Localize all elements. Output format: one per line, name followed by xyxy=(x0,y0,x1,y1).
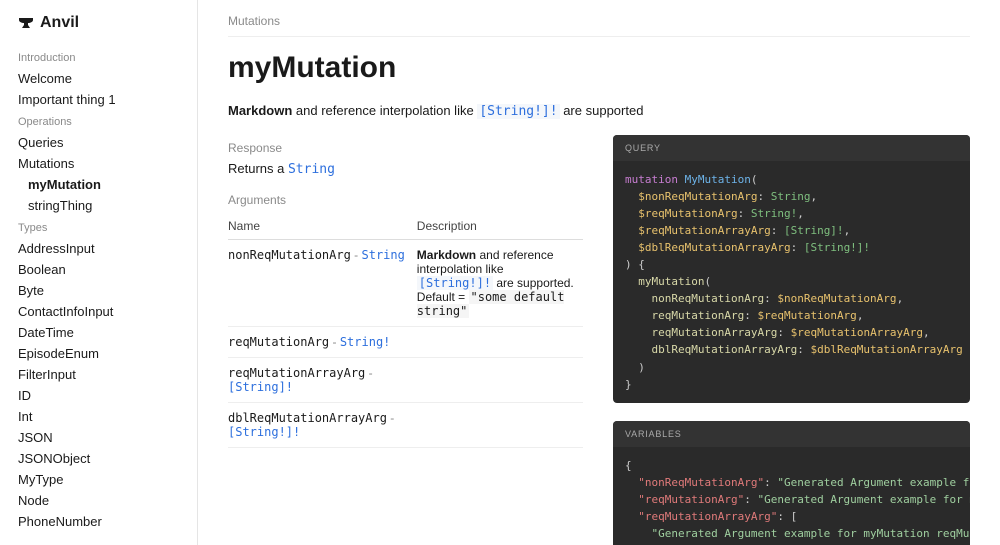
sidebar-item-important-thing-1[interactable]: Important thing 1 xyxy=(0,89,197,110)
query-code[interactable]: mutation MyMutation( $nonReqMutationArg:… xyxy=(613,161,970,403)
arguments-table: Name Description nonReqMutationArg - Str… xyxy=(228,213,583,448)
intro-after: are supported xyxy=(560,103,644,118)
query-code-panel: QUERY mutation MyMutation( $nonReqMutati… xyxy=(613,135,970,403)
sidebar-item-json[interactable]: JSON xyxy=(0,427,197,448)
response-text: Returns a String xyxy=(228,161,583,177)
sidebar-item-jsonobject[interactable]: JSONObject xyxy=(0,448,197,469)
query-panel-header: QUERY xyxy=(613,135,970,161)
arg-name: reqMutationArg xyxy=(228,335,329,349)
sidebar-item-addressinput[interactable]: AddressInput xyxy=(0,238,197,259)
sidebar-item-mymutation[interactable]: myMutation xyxy=(0,174,197,195)
intro-mid: and reference interpolation like xyxy=(292,103,477,118)
response-header: Response xyxy=(228,141,583,155)
sidebar-item-mutations[interactable]: Mutations xyxy=(0,153,197,174)
sidebar-item-mytype[interactable]: MyType xyxy=(0,469,197,490)
variables-panel-header: VARIABLES xyxy=(613,421,970,447)
anvil-logo-icon xyxy=(18,15,34,31)
nav-section-label: Operations xyxy=(0,110,197,132)
arg-desc-type[interactable]: [String!]! xyxy=(417,276,493,290)
variables-code[interactable]: { "nonReqMutationArg": "Generated Argume… xyxy=(613,447,970,545)
intro-text: Markdown and reference interpolation lik… xyxy=(228,103,970,119)
nav-section-label: Introduction xyxy=(0,46,197,68)
sidebar-item-phonenumber[interactable]: PhoneNumber xyxy=(0,511,197,532)
sidebar-item-stringthing[interactable]: stringThing xyxy=(0,195,197,216)
arguments-header: Arguments xyxy=(228,193,583,207)
response-type-link[interactable]: String xyxy=(288,162,335,177)
breadcrumb[interactable]: Mutations xyxy=(228,0,970,37)
arg-name: dblReqMutationArrayArg xyxy=(228,411,387,425)
brand-name: Anvil xyxy=(40,14,79,32)
argument-row: nonReqMutationArg - StringMarkdown and r… xyxy=(228,240,583,327)
argument-row: dblReqMutationArrayArg - [String!]! xyxy=(228,403,583,448)
arg-type-link[interactable]: [String!]! xyxy=(228,425,300,439)
arg-type-link[interactable]: [String]! xyxy=(228,380,293,394)
arg-type-link[interactable]: String xyxy=(362,248,405,262)
sidebar-item-filterinput[interactable]: FilterInput xyxy=(0,364,197,385)
brand[interactable]: Anvil xyxy=(0,14,197,46)
argument-row: reqMutationArrayArg - [String]! xyxy=(228,358,583,403)
sidebar-item-id[interactable]: ID xyxy=(0,385,197,406)
argument-row: reqMutationArg - String! xyxy=(228,327,583,358)
col-name: Name xyxy=(228,213,417,240)
sidebar-item-welcome[interactable]: Welcome xyxy=(0,68,197,89)
sidebar-item-boolean[interactable]: Boolean xyxy=(0,259,197,280)
sidebar-item-datetime[interactable]: DateTime xyxy=(0,322,197,343)
col-desc: Description xyxy=(417,213,583,240)
sidebar-item-byte[interactable]: Byte xyxy=(0,280,197,301)
sidebar-item-queries[interactable]: Queries xyxy=(0,132,197,153)
arg-name: nonReqMutationArg xyxy=(228,248,351,262)
arg-name: reqMutationArrayArg xyxy=(228,366,365,380)
nav-section-label: Types xyxy=(0,216,197,238)
sidebar-item-int[interactable]: Int xyxy=(0,406,197,427)
sidebar-item-episodeenum[interactable]: EpisodeEnum xyxy=(0,343,197,364)
intro-bold: Markdown xyxy=(228,103,292,118)
arg-type-link[interactable]: String! xyxy=(340,335,391,349)
main-content: Mutations myMutation Markdown and refere… xyxy=(198,0,1000,545)
variables-code-panel: VARIABLES { "nonReqMutationArg": "Genera… xyxy=(613,421,970,545)
sidebar-item-node[interactable]: Node xyxy=(0,490,197,511)
sidebar-item-contactinfoinput[interactable]: ContactInfoInput xyxy=(0,301,197,322)
returns-label: Returns a xyxy=(228,161,288,176)
page-title: myMutation xyxy=(228,51,970,85)
intro-type-ref[interactable]: [String!]! xyxy=(477,104,559,119)
sidebar: Anvil IntroductionWelcomeImportant thing… xyxy=(0,0,198,545)
